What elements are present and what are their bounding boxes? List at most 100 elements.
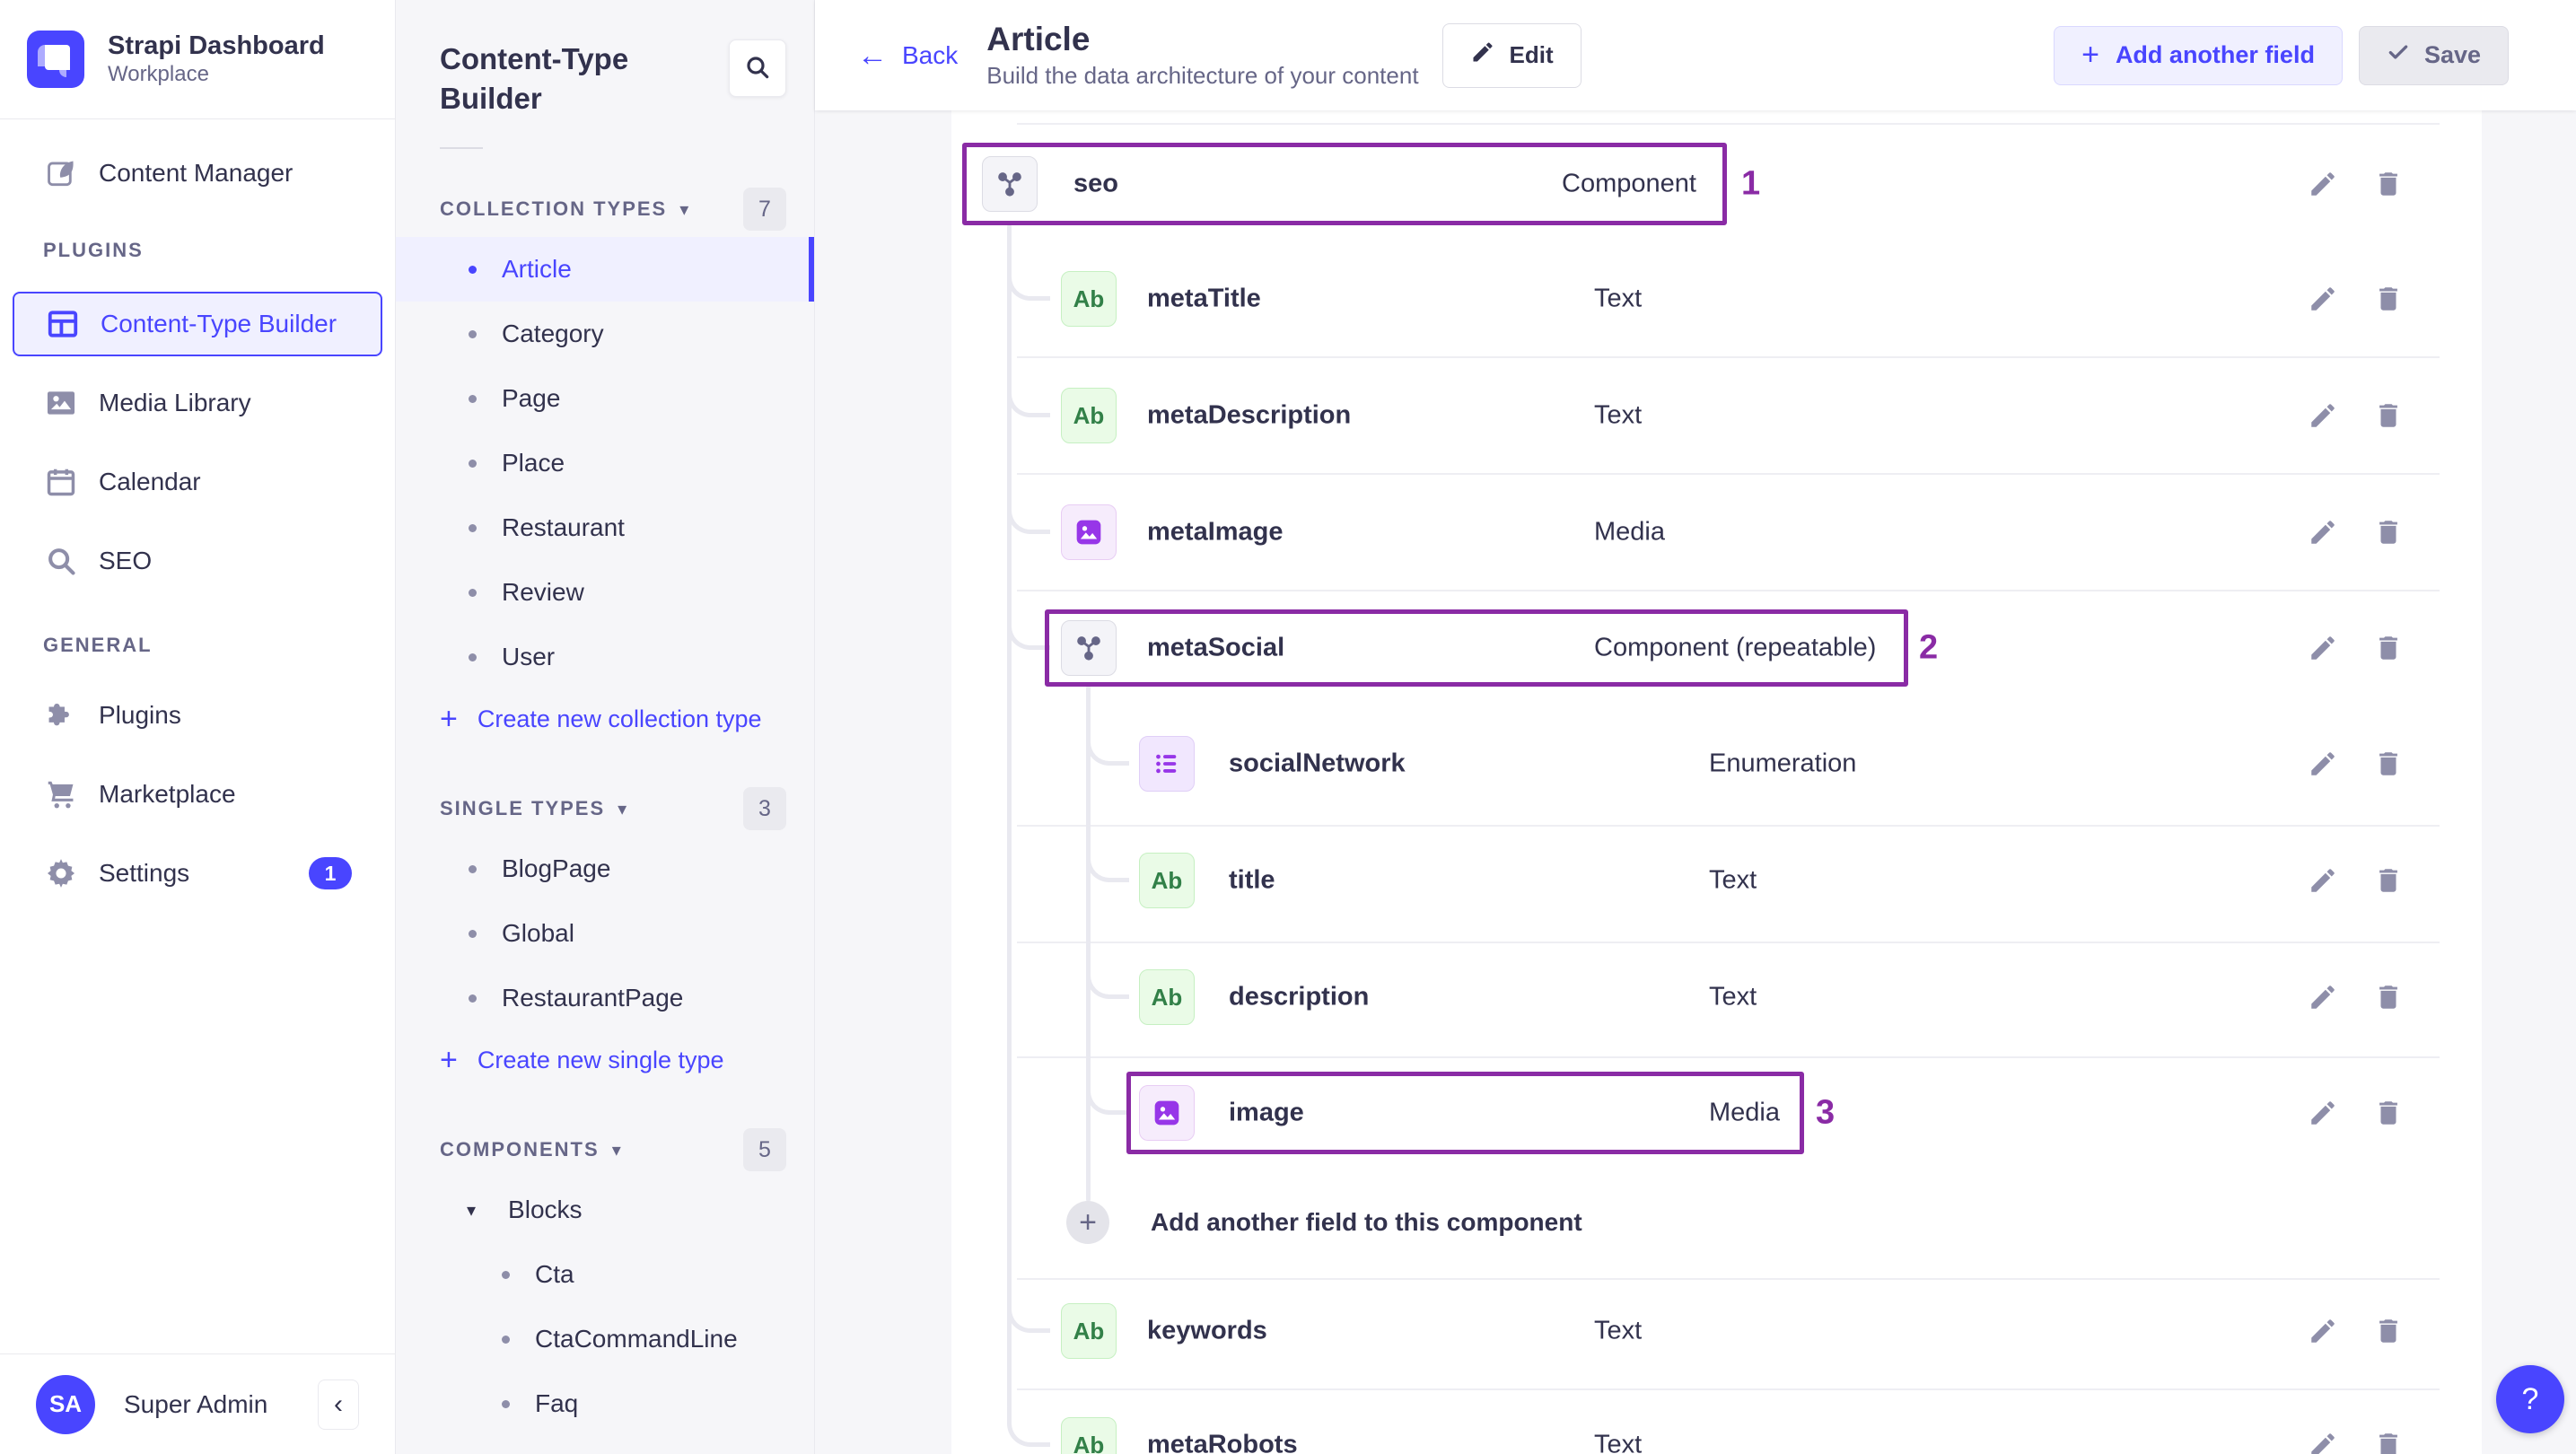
- bullet-icon: [469, 394, 477, 403]
- subnav-item-page[interactable]: Page: [396, 366, 814, 431]
- subnav-item-review[interactable]: Review: [396, 560, 814, 625]
- add-field-to-component-button[interactable]: + Add another field to this component: [1066, 1201, 1582, 1244]
- edit-button[interactable]: Edit: [1441, 22, 1582, 88]
- group-header-components[interactable]: COMPONENTS ▾ 5: [396, 1128, 814, 1171]
- edit-field-button[interactable]: [2303, 861, 2343, 900]
- edit-field-button[interactable]: [2303, 1425, 2343, 1454]
- subnav-item-blocks[interactable]: ▾ Blocks: [396, 1178, 814, 1242]
- subnav-item-global[interactable]: Global: [396, 901, 814, 966]
- search-button[interactable]: [729, 39, 786, 97]
- media-field-icon: [1139, 1085, 1195, 1141]
- sidebar-item-content-manager[interactable]: Content Manager: [13, 141, 382, 206]
- add-another-field-button[interactable]: + Add another field: [2054, 25, 2343, 85]
- sidebar-item-settings[interactable]: Settings 1: [13, 841, 382, 906]
- group-header-single-types[interactable]: SINGLE TYPES ▾ 3: [396, 787, 814, 830]
- subnav-item-blogpage[interactable]: BlogPage: [396, 836, 814, 901]
- field-type: Enumeration: [1709, 749, 1857, 778]
- delete-field-button[interactable]: [2369, 744, 2408, 784]
- page-header: ← Back Article Build the data architectu…: [815, 0, 2576, 110]
- field-name: keywords: [1147, 1316, 1267, 1345]
- sidebar-item-plugins[interactable]: Plugins: [13, 683, 382, 748]
- subnav-item-label: Cta: [535, 1260, 574, 1288]
- field-name: image: [1229, 1098, 1304, 1127]
- strapi-dashboard: Strapi Dashboard Workplace Content Manag…: [0, 0, 2576, 1454]
- subnav-item-label: BlogPage: [502, 854, 611, 882]
- sidebar-section-label: PLUGINS: [43, 239, 144, 261]
- bullet-icon: [502, 1270, 510, 1279]
- subnav-item-cta[interactable]: Cta: [396, 1242, 814, 1307]
- edit-field-button[interactable]: [2303, 164, 2343, 204]
- subnav-item-category[interactable]: Category: [396, 302, 814, 366]
- delete-field-button[interactable]: [2369, 1093, 2408, 1133]
- chevron-down-icon: ▾: [611, 1140, 621, 1161]
- group-items: Article Category Page Place Restaurant Review…: [396, 237, 814, 689]
- edit-field-button[interactable]: [2303, 977, 2343, 1017]
- edit-field-button[interactable]: [2303, 1311, 2343, 1351]
- edit-field-button[interactable]: [2303, 744, 2343, 784]
- subnav-item-place[interactable]: Place: [396, 431, 814, 495]
- field-name: metaTitle: [1147, 284, 1261, 313]
- delete-field-button[interactable]: [2369, 861, 2408, 900]
- annotation-number: 3: [1816, 1093, 1836, 1132]
- delete-field-button[interactable]: [2369, 977, 2408, 1017]
- subnav-item-article[interactable]: Article: [396, 237, 814, 302]
- bullet-icon: [469, 864, 477, 873]
- edit-field-button[interactable]: [2303, 279, 2343, 319]
- edit-field-button[interactable]: [2303, 1093, 2343, 1133]
- enumeration-field-icon: [1139, 736, 1195, 792]
- field-type: Component: [1562, 169, 1696, 198]
- cart-icon: [43, 776, 79, 812]
- subnav-item-label: Place: [502, 449, 565, 477]
- back-arrow-icon: ←: [857, 38, 888, 73]
- delete-field-button[interactable]: [2369, 396, 2408, 435]
- save-button[interactable]: Save: [2358, 25, 2509, 85]
- subnav-item-restaurantpage[interactable]: RestaurantPage: [396, 966, 814, 1030]
- sidebar-item-calendar[interactable]: Calendar: [13, 450, 382, 514]
- subnav-item-ctacommandline[interactable]: CtaCommandLine: [396, 1307, 814, 1371]
- back-link[interactable]: ← Back: [857, 40, 958, 71]
- edit-field-button[interactable]: [2303, 512, 2343, 552]
- subnav-item-label: Global: [502, 919, 574, 947]
- divider: [440, 147, 483, 149]
- field-row-metaRobots: Ab metaRobots Text: [951, 1387, 2482, 1454]
- subnav-item-label: RestaurantPage: [502, 984, 684, 1012]
- delete-field-button[interactable]: [2369, 512, 2408, 552]
- collapse-sidebar-button[interactable]: ‹: [318, 1379, 359, 1430]
- page-title: Article: [986, 21, 1091, 57]
- sidebar-item-media-library[interactable]: Media Library: [13, 371, 382, 435]
- delete-field-button[interactable]: [2369, 279, 2408, 319]
- sidebar-item-label: SEO: [99, 547, 153, 574]
- delete-field-button[interactable]: [2369, 1425, 2408, 1454]
- sidebar-item-label: Settings: [99, 859, 190, 887]
- field-type: Text: [1594, 1316, 1643, 1345]
- subnav-item-user[interactable]: User: [396, 625, 814, 689]
- avatar[interactable]: SA: [36, 1374, 95, 1434]
- help-button[interactable]: ?: [2496, 1365, 2564, 1433]
- delete-field-button[interactable]: [2369, 628, 2408, 668]
- component-field-icon: [1061, 620, 1117, 676]
- group-count-badge: 3: [743, 787, 786, 830]
- gear-icon: [43, 855, 79, 891]
- search-icon: [43, 543, 79, 579]
- subnav-item-restaurant[interactable]: Restaurant: [396, 495, 814, 560]
- sidebar-item-content-type-builder[interactable]: Content-Type Builder: [13, 292, 382, 356]
- create-new-link[interactable]: + Create new collection type: [396, 689, 814, 749]
- edit-field-button[interactable]: [2303, 396, 2343, 435]
- field-row-description: Ab description Text: [951, 939, 2482, 1055]
- text-field-icon: Ab: [1061, 388, 1117, 443]
- subnav-item-faq[interactable]: Faq: [396, 1371, 814, 1436]
- sidebar-item-seo[interactable]: SEO: [13, 529, 382, 593]
- delete-field-button[interactable]: [2369, 164, 2408, 204]
- field-row-keywords: Ab keywords Text: [951, 1273, 2482, 1389]
- sidebar-item-marketplace[interactable]: Marketplace: [13, 762, 382, 827]
- subnav-item-features[interactable]: Features: [396, 1436, 814, 1454]
- layout-icon: [45, 306, 81, 342]
- edit-field-button[interactable]: [2303, 628, 2343, 668]
- field-name: metaSocial: [1147, 633, 1285, 662]
- group-count-badge: 5: [743, 1128, 786, 1171]
- create-new-link[interactable]: + Create new single type: [396, 1030, 814, 1090]
- delete-field-button[interactable]: [2369, 1311, 2408, 1351]
- group-header-collection-types[interactable]: COLLECTION TYPES ▾ 7: [396, 188, 814, 231]
- search-icon: [743, 53, 772, 84]
- add-field-to-component-label: Add another field to this component: [1151, 1208, 1582, 1236]
